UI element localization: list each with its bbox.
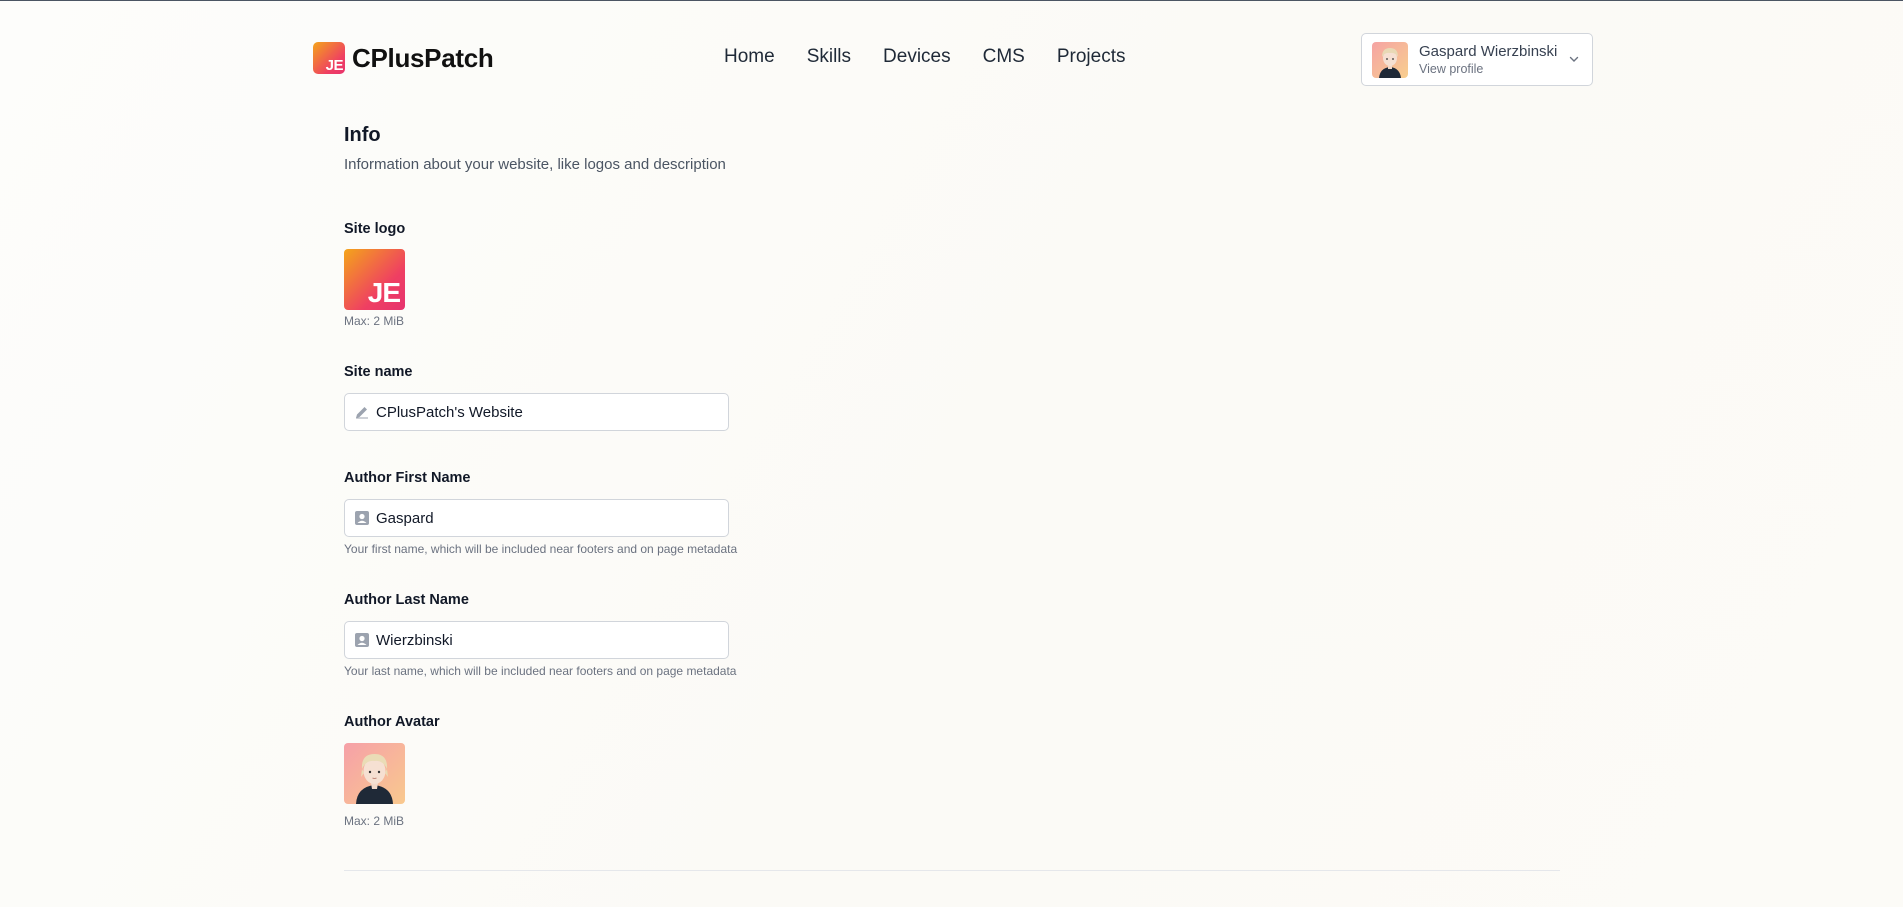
author-last-name-field[interactable]	[344, 621, 729, 659]
brand-badge-text: JE	[325, 57, 344, 74]
nav-cms[interactable]: CMS	[983, 46, 1025, 68]
site-logo-label: Site logo	[344, 221, 406, 237]
author-last-name-input[interactable]	[376, 631, 716, 649]
avatar	[1372, 41, 1408, 78]
site-name-field[interactable]	[344, 393, 729, 431]
site-logo-upload[interactable]: JE	[344, 249, 405, 310]
author-avatar-upload[interactable]	[344, 743, 405, 804]
profile-subtitle: View profile	[1419, 62, 1484, 76]
site-name-input[interactable]	[376, 403, 716, 421]
author-avatar-label: Author Avatar	[344, 714, 440, 730]
author-avatar-image	[356, 754, 393, 804]
author-last-name-hint: Your last name, which will be included n…	[344, 664, 737, 678]
brand-logo-badge: JE	[313, 42, 345, 74]
section-divider	[344, 870, 1560, 871]
profile-menu-button[interactable]: Gaspard Wierzbinski View profile	[1361, 33, 1593, 86]
contact-card-icon	[355, 633, 369, 647]
brand-logo[interactable]: JE CPlusPatch	[313, 42, 494, 74]
top-border	[0, 0, 1903, 1]
profile-name: Gaspard Wierzbinski	[1419, 43, 1558, 60]
nav-skills[interactable]: Skills	[807, 46, 851, 68]
pencil-icon	[356, 407, 368, 419]
author-first-name-input[interactable]	[376, 509, 716, 527]
author-last-name-label: Author Last Name	[344, 592, 469, 608]
author-first-name-label: Author First Name	[344, 470, 471, 486]
brand-name: CPlusPatch	[352, 42, 494, 73]
contact-card-icon	[355, 511, 369, 525]
site-logo-hint: Max: 2 MiB	[344, 314, 405, 328]
site-name-label: Site name	[344, 364, 413, 380]
chevron-down-icon	[1569, 56, 1579, 62]
nav-projects[interactable]: Projects	[1057, 46, 1126, 68]
author-first-name-field[interactable]	[344, 499, 729, 537]
nav-devices[interactable]: Devices	[883, 46, 951, 68]
nav-home[interactable]: Home	[724, 46, 775, 68]
site-logo-badge-text: JE	[367, 277, 401, 308]
author-first-name-hint: Your first name, which will be included …	[344, 542, 738, 556]
main-nav: Home Skills Devices CMS Projects	[724, 46, 1125, 68]
author-avatar-hint: Max: 2 MiB	[344, 814, 405, 828]
page-description: Information about your website, like log…	[344, 156, 726, 173]
page-title: Info	[344, 124, 381, 146]
